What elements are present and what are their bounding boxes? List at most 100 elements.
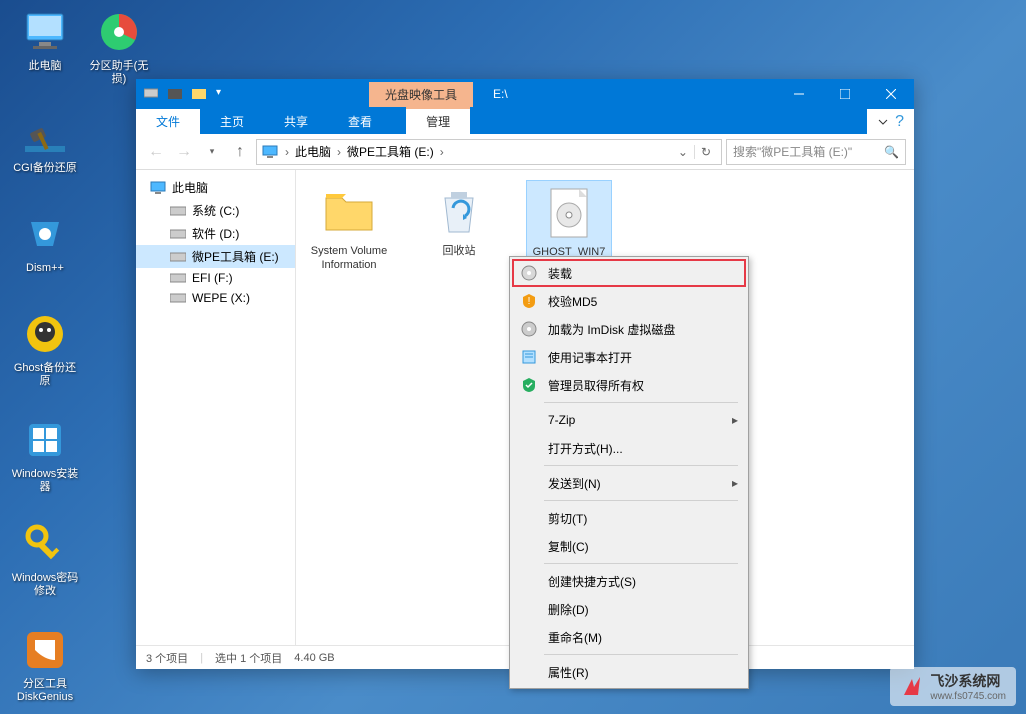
tab-manage[interactable]: 管理	[406, 107, 470, 134]
drive-icon	[170, 293, 186, 303]
menu-mount[interactable]: 装载	[512, 259, 746, 287]
quick-access-toolbar: ▾	[136, 87, 229, 101]
nav-recent[interactable]: ▾	[200, 140, 224, 164]
close-button[interactable]	[868, 79, 914, 109]
menu-separator	[544, 563, 738, 564]
ribbon-expand[interactable]: ?	[867, 109, 914, 134]
desktop-icon-diskgenius[interactable]: 分区工具DiskGenius	[10, 626, 80, 704]
menu-delete[interactable]: 删除(D)	[512, 595, 746, 623]
menu-text: 剪切(T)	[548, 510, 738, 527]
desktop-label: Ghost备份还原	[10, 362, 80, 388]
menu-notepad[interactable]: 使用记事本打开	[512, 343, 746, 371]
tab-view[interactable]: 查看	[328, 109, 392, 134]
menu-text: 7-Zip	[548, 413, 722, 427]
menu-properties[interactable]: 属性(R)	[512, 658, 746, 686]
addr-refresh[interactable]: ↻	[694, 145, 717, 159]
menu-separator	[544, 654, 738, 655]
search-input[interactable]: 搜索"微PE工具箱 (E:)" 🔍	[726, 139, 906, 165]
breadcrumb-sep: ›	[335, 145, 343, 159]
menu-imdisk[interactable]: 加载为 ImDisk 虚拟磁盘	[512, 315, 746, 343]
menu-sendto[interactable]: 发送到(N) ▸	[512, 469, 746, 497]
nav-thispc[interactable]: 此电脑	[136, 176, 295, 199]
shield-warn-icon: !	[520, 292, 538, 310]
desktop-icon-partition[interactable]: 分区助手(无损)	[84, 8, 154, 86]
minimize-button[interactable]	[776, 79, 822, 109]
menu-7zip[interactable]: 7-Zip ▸	[512, 406, 746, 434]
notepad-icon	[520, 348, 538, 366]
nav-label: 微PE工具箱 (E:)	[192, 248, 279, 265]
folder-icon	[321, 184, 377, 240]
nav-forward[interactable]: →	[172, 140, 196, 164]
menu-text: 重命名(M)	[548, 629, 738, 646]
menu-rename[interactable]: 重命名(M)	[512, 623, 746, 651]
menu-separator	[544, 500, 738, 501]
tab-share[interactable]: 共享	[264, 109, 328, 134]
title-bar[interactable]: ▾ 光盘映像工具 E:\	[136, 79, 914, 109]
tab-home[interactable]: 主页	[200, 109, 264, 134]
file-recyclebin[interactable]: 回收站	[416, 180, 502, 262]
desktop-icon-password[interactable]: Windows密码修改	[10, 520, 80, 598]
desktop-icon-cgi[interactable]: CGI备份还原	[10, 110, 80, 175]
breadcrumb-root[interactable]: 此电脑	[291, 143, 335, 160]
window-title: E:\	[493, 87, 776, 101]
menu-text: 复制(C)	[548, 538, 738, 555]
maximize-button[interactable]	[822, 79, 868, 109]
menu-text: 使用记事本打开	[548, 349, 738, 366]
file-label: System Volume Information	[310, 244, 388, 273]
drive-icon	[170, 229, 186, 239]
drive-icon	[144, 87, 158, 99]
shield-check-icon	[520, 376, 538, 394]
navigation-pane: 此电脑 系统 (C:) 软件 (D:) 微PE工具箱 (E:) EFI (F:)…	[136, 170, 296, 645]
menu-text: 加载为 ImDisk 虚拟磁盘	[548, 321, 738, 338]
nav-label: WEPE (X:)	[192, 291, 250, 305]
nav-label: 系统 (C:)	[192, 202, 239, 219]
nav-drive-x[interactable]: WEPE (X:)	[136, 288, 295, 308]
status-selected: 选中 1 个项目	[215, 650, 282, 666]
nav-up[interactable]: ↑	[228, 140, 252, 164]
partition-icon	[95, 8, 143, 56]
desktop-label: CGI备份还原	[10, 162, 80, 175]
nav-drive-f[interactable]: EFI (F:)	[136, 268, 295, 288]
nav-drive-d[interactable]: 软件 (D:)	[136, 222, 295, 245]
nav-drive-c[interactable]: 系统 (C:)	[136, 199, 295, 222]
menu-shortcut[interactable]: 创建快捷方式(S)	[512, 567, 746, 595]
address-bar: ← → ▾ ↑ › 此电脑 › 微PE工具箱 (E:) › ⌄ ↻ 搜索"微PE…	[136, 134, 914, 170]
address-input[interactable]: › 此电脑 › 微PE工具箱 (E:) › ⌄ ↻	[256, 139, 722, 165]
status-divider: |	[200, 652, 203, 664]
status-count: 3 个项目	[146, 650, 188, 666]
menu-separator	[544, 465, 738, 466]
pc-small-icon	[261, 145, 279, 159]
recycle-icon	[431, 184, 487, 240]
ghost-icon	[21, 310, 69, 358]
desktop-label: Windows密码修改	[10, 572, 80, 598]
context-menu: 装载 ! 校验MD5 加载为 ImDisk 虚拟磁盘 使用记事本打开 管理员取得…	[509, 256, 749, 689]
watermark-logo-icon	[900, 675, 924, 699]
menu-copy[interactable]: 复制(C)	[512, 532, 746, 560]
desktop-icon-thispc[interactable]: 此电脑	[10, 8, 80, 73]
qat-divider: ▾	[216, 87, 221, 101]
nav-label: 此电脑	[172, 179, 208, 196]
addr-dropdown[interactable]: ⌄	[672, 145, 694, 159]
context-tab-title: 光盘映像工具	[369, 82, 473, 107]
menu-md5[interactable]: ! 校验MD5	[512, 287, 746, 315]
menu-openwith[interactable]: 打开方式(H)...	[512, 434, 746, 462]
folder-small-icon	[168, 87, 182, 101]
desktop-icon-wininstall[interactable]: Windows安装器	[10, 416, 80, 494]
key-icon	[21, 520, 69, 568]
breadcrumb-folder[interactable]: 微PE工具箱 (E:)	[343, 143, 438, 160]
disc-gray-icon	[520, 320, 538, 338]
desktop-icon-ghost[interactable]: Ghost备份还原	[10, 310, 80, 388]
tab-file[interactable]: 文件	[136, 109, 200, 134]
file-folder-svi[interactable]: System Volume Information	[306, 180, 392, 277]
nav-drive-e[interactable]: 微PE工具箱 (E:)	[136, 245, 295, 268]
submenu-arrow-icon: ▸	[732, 476, 738, 490]
breadcrumb-sep: ›	[438, 145, 446, 159]
desktop-icon-dism[interactable]: Dism++	[10, 210, 80, 275]
menu-cut[interactable]: 剪切(T)	[512, 504, 746, 532]
watermark: 飞沙系统网 www.fs0745.com	[890, 667, 1016, 706]
menu-text: 创建快捷方式(S)	[548, 573, 738, 590]
menu-admin[interactable]: 管理员取得所有权	[512, 371, 746, 399]
drive-icon	[170, 273, 186, 283]
dism-icon	[21, 210, 69, 258]
nav-back[interactable]: ←	[144, 140, 168, 164]
